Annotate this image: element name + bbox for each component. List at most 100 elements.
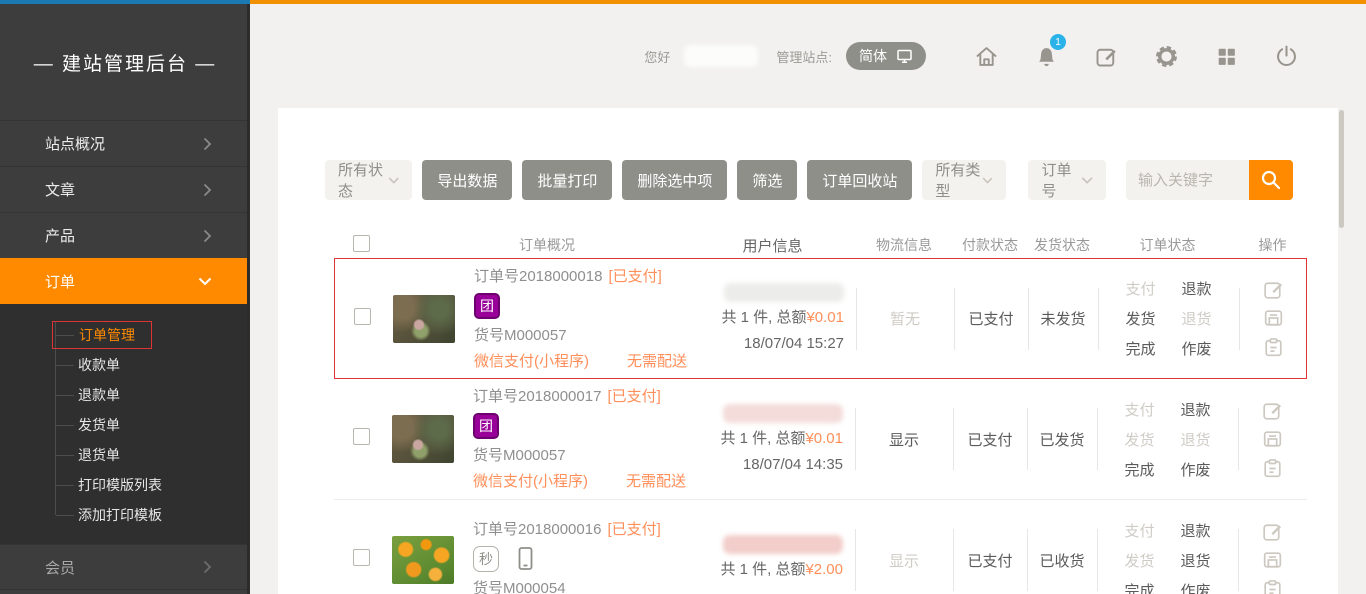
action-refund[interactable]: 退款 [1181,399,1211,420]
action-pay[interactable]: 支付 [1125,278,1155,299]
product-image [392,415,454,463]
status-filter-dropdown[interactable]: 所有状态 [325,160,412,200]
home-icon[interactable] [968,38,1004,74]
action-complete[interactable]: 完成 [1125,338,1155,359]
action-ship[interactable]: 发货 [1125,308,1155,329]
logistics-cell[interactable]: 显示 [855,550,953,571]
action-refund[interactable]: 退款 [1182,278,1212,299]
submenu-item-add-print-template[interactable]: 添加打印模板 [0,500,250,530]
action-return[interactable]: 退货 [1181,429,1211,450]
action-void[interactable]: 作废 [1181,459,1211,480]
submenu-item-print-template-list[interactable]: 打印模版列表 [0,470,250,500]
language-preview-button[interactable]: 简体 [846,42,926,70]
search-icon [1260,169,1282,191]
sidebar: — 建站管理后台 — 站点概况 文章 产品 订单 订单管理 收款单 退款单 [0,4,250,594]
logistics-cell[interactable]: 显示 [855,429,953,450]
sidebar-item-members[interactable]: 会员 [0,544,250,590]
delete-selected-button[interactable]: 删除选中项 [622,160,727,200]
notifications-bell-icon[interactable]: 1 [1028,38,1064,74]
action-ship[interactable]: 发货 [1124,429,1154,450]
submenu-item-receipts[interactable]: 收款单 [0,350,250,380]
redacted-username [684,45,758,67]
edit-order-icon[interactable] [1260,397,1286,423]
sku-number: 货号M000057 [473,444,686,467]
print-order-icon[interactable] [1260,547,1286,573]
table-row: 订单号2018000016[已支付] 秒 货号M000054 共 1 件, 总额… [334,500,1307,594]
sidebar-item-products[interactable]: 产品 [0,212,250,258]
batch-print-button[interactable]: 批量打印 [522,160,612,200]
action-ship[interactable]: 发货 [1124,550,1154,571]
shipping-status-cell: 未发货 [1028,308,1098,329]
sidebar-nav: 站点概况 文章 产品 订单 订单管理 收款单 退款单 发货单 [0,120,250,590]
action-pay[interactable]: 支付 [1124,399,1154,420]
type-filter-dropdown[interactable]: 所有类型 [922,160,1006,200]
scrollbar-thumb[interactable] [1339,110,1344,228]
submenu-item-shipment-orders[interactable]: 发货单 [0,410,250,440]
filter-button[interactable]: 筛选 [737,160,797,200]
pay-method: 微信支付(小程序) [473,473,588,490]
sidebar-item-label: 会员 [45,557,75,578]
shipping-status-cell: 已发货 [1027,429,1097,450]
items-summary: 共 1 件, 总额 [721,309,806,326]
row-checkbox[interactable] [354,308,371,325]
action-complete[interactable]: 完成 [1124,580,1154,594]
product-image [392,536,454,584]
sku-number: 货号M000054 [473,577,661,594]
orders-table: 订单概况 用户信息 物流信息 付款状态 发货状态 订单状态 操作 订单号2018… [334,232,1307,594]
copy-order-note-icon[interactable] [1260,576,1286,594]
paid-tag: [已支付] [607,521,660,538]
search-button[interactable] [1249,160,1293,200]
copy-order-note-icon[interactable] [1260,455,1286,481]
submenu-item-label: 发货单 [78,415,120,435]
settings-gear-icon[interactable] [1148,38,1184,74]
sku-number: 货号M000057 [474,324,687,347]
action-pay[interactable]: 支付 [1124,520,1154,541]
print-order-icon[interactable] [1260,426,1286,452]
order-status-actions: 支付 退款 发货 退货 完成 作废 [1097,520,1238,594]
submenu-item-label: 添加打印模板 [78,505,162,525]
sidebar-item-label: 站点概况 [45,133,105,154]
payment-status-cell: 已支付 [953,429,1027,450]
action-refund[interactable]: 退款 [1181,520,1211,541]
redacted-customer-name [724,283,844,302]
edit-order-icon[interactable] [1260,518,1286,544]
edit-order-icon[interactable] [1261,277,1287,303]
pay-method: 微信支付(小程序) [474,353,589,370]
logout-power-icon[interactable] [1268,38,1304,74]
row-checkbox[interactable] [353,428,370,445]
apps-grid-icon[interactable] [1208,38,1244,74]
sidebar-item-site-overview[interactable]: 站点概况 [0,120,250,166]
action-void[interactable]: 作废 [1181,580,1211,594]
greeting-text: 您好 [644,47,670,66]
submenu-item-return-orders[interactable]: 退货单 [0,440,250,470]
items-summary: 共 1 件, 总额 [720,561,805,578]
copy-order-note-icon[interactable] [1261,335,1287,361]
order-recycle-bin-button[interactable]: 订单回收站 [807,160,912,200]
sidebar-item-articles[interactable]: 文章 [0,166,250,212]
export-data-button[interactable]: 导出数据 [422,160,512,200]
keyword-field-dropdown[interactable]: 订单号 [1028,160,1106,200]
chevron-down-icon [388,176,400,185]
order-status-actions: 支付 退款 发货 退货 完成 作废 [1098,278,1239,359]
submenu-item-refund-orders[interactable]: 退款单 [0,380,250,410]
sidebar-item-orders[interactable]: 订单 [0,258,250,304]
logistics-cell[interactable]: 暂无 [856,308,954,329]
select-all-checkbox[interactable] [353,235,370,252]
col-header-order-overview: 订单概况 [392,235,702,255]
edit-icon[interactable] [1088,38,1124,74]
submenu-item-order-management[interactable]: 订单管理 [0,320,250,350]
table-row: 订单号2018000017[已支付] 团 货号M000057 微信支付(小程序)… [334,379,1307,500]
action-return[interactable]: 退货 [1182,308,1212,329]
monitor-icon [896,48,913,64]
product-image [393,295,455,343]
action-void[interactable]: 作废 [1182,338,1212,359]
search-input[interactable] [1126,160,1249,200]
action-complete[interactable]: 完成 [1124,459,1154,480]
app-title: — 建站管理后台 — [0,4,250,120]
action-return[interactable]: 退货 [1181,550,1211,571]
redacted-customer-name [723,404,843,423]
print-order-icon[interactable] [1261,306,1287,332]
col-header-operations: 操作 [1238,235,1307,255]
row-checkbox[interactable] [353,549,370,566]
shipping-note: 无需配送 [627,353,687,370]
